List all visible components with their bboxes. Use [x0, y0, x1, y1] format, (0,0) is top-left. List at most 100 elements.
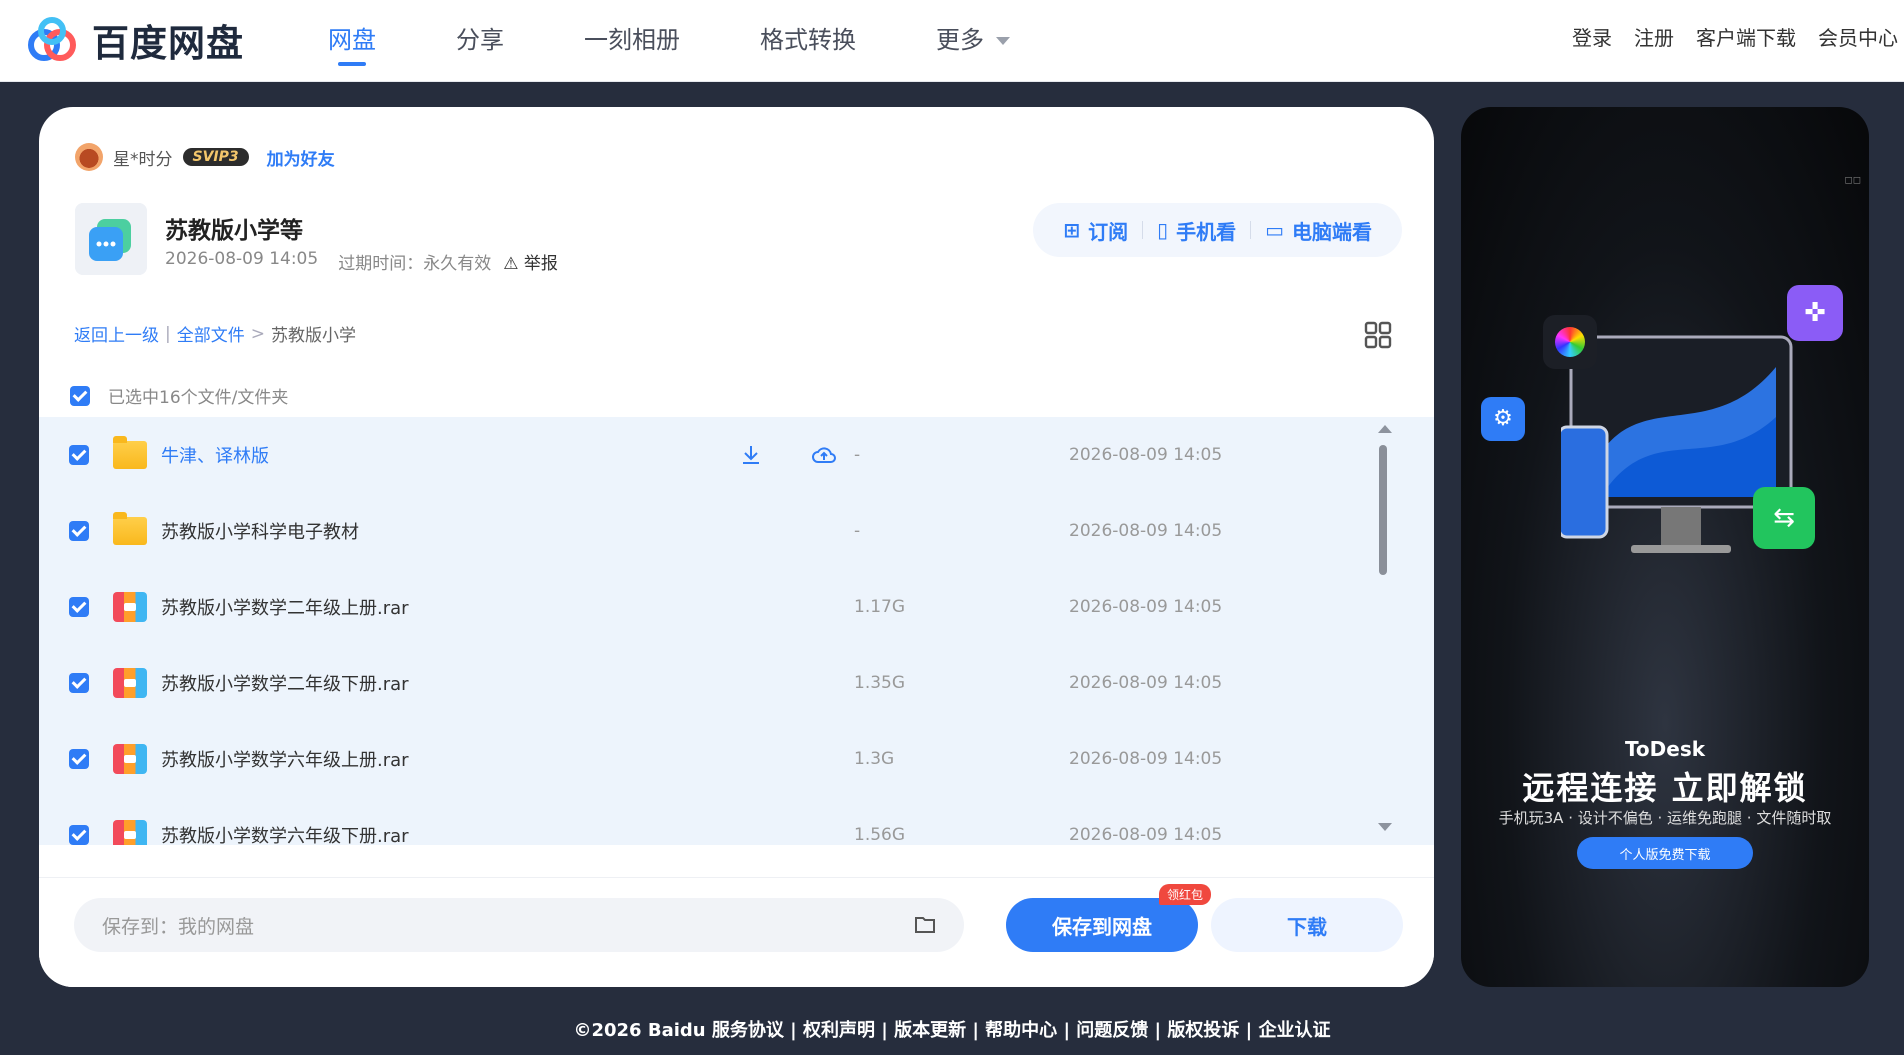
file-date: 2026-08-09 14:05 — [1069, 445, 1223, 465]
subscribe-label: 订阅 — [1088, 219, 1129, 244]
file-name[interactable]: 苏教版小学科学电子教材 — [161, 518, 359, 544]
grid-view-icon[interactable] — [1364, 321, 1392, 349]
file-transfer-app-icon: ⇆ — [1753, 487, 1815, 549]
row-checkbox[interactable] — [69, 749, 89, 769]
table-row[interactable]: 牛津、译林版 - 2026-08-09 14:05 — [39, 417, 1399, 493]
svip-badge: SVIP3 — [182, 148, 249, 166]
share-created-time: 2026-08-09 14:05 — [165, 249, 319, 269]
row-checkbox[interactable] — [69, 597, 89, 617]
ad-subtitle: 手机玩3A · 设计不偏色 · 运维免跑腿 · 文件随时取 — [1498, 809, 1832, 827]
ad-download-button[interactable]: 个人版免费下载 — [1577, 837, 1753, 869]
row-checkbox[interactable] — [69, 673, 89, 693]
gamepad-app-icon: ✜ — [1787, 285, 1843, 341]
scroll-up-arrow-icon[interactable] — [1378, 425, 1392, 433]
folder-icon — [113, 512, 147, 545]
nav-item-more[interactable]: 更多 — [936, 0, 1010, 82]
mobile-label: 手机看 — [1176, 219, 1237, 244]
login-link[interactable]: 登录 — [1572, 22, 1612, 51]
subscribe-icon: ⊞ — [1063, 218, 1081, 242]
add-friend-button[interactable]: 加为好友 — [267, 145, 335, 170]
nav-item-label: 分享 — [456, 26, 504, 54]
nav-item-label: 格式转换 — [760, 26, 856, 54]
report-button[interactable]: ⚠ 举报 — [503, 249, 558, 274]
table-row[interactable]: 苏教版小学数学六年级下册.rar 1.56G 2026-08-09 14:05 — [39, 797, 1399, 845]
nav-item-netdisk[interactable]: 网盘 — [328, 0, 376, 82]
file-size: 1.56G — [854, 825, 906, 845]
file-date: 2026-08-09 14:05 — [1069, 673, 1223, 693]
archive-icon — [113, 668, 147, 698]
save-bar: 保存到：我的网盘 保存到网盘 领红包 下载 — [39, 877, 1434, 987]
breadcrumb-all-files[interactable]: 全部文件 — [177, 321, 245, 346]
file-date: 2026-08-09 14:05 — [1069, 521, 1223, 541]
nav-item-album[interactable]: 一刻相册 — [584, 0, 680, 82]
share-meta: 2026-08-09 14:05 过期时间：永久有效 ⚠ 举报 — [165, 249, 558, 274]
ad-brand: ToDesk — [1624, 737, 1706, 761]
vip-center-link[interactable]: 会员中心 — [1818, 22, 1898, 51]
top-navigation-bar: 百度网盘 网盘 分享 一刻相册 格式转换 更多 登录 注册 客户端下载 会员中心 — [0, 0, 1904, 82]
share-card: 星*时分 SVIP3 加为好友 苏教版小学等 2026-08-09 14:05 … — [39, 107, 1434, 987]
share-title: 苏教版小学等 — [165, 218, 303, 244]
remote-control-app-icon: ⚙ — [1481, 397, 1525, 441]
download-icon[interactable] — [739, 443, 763, 467]
selection-count: 已选中16个文件/文件夹 — [108, 388, 289, 408]
file-date: 2026-08-09 14:05 — [1069, 825, 1223, 845]
chevron-down-icon — [996, 37, 1010, 45]
save-path-field[interactable]: 保存到：我的网盘 — [74, 898, 964, 952]
report-icon: ⚠ — [503, 254, 519, 274]
subscribe-button[interactable]: ⊞ 订阅 — [1049, 216, 1142, 245]
file-name[interactable]: 苏教版小学数学六年级上册.rar — [161, 746, 409, 772]
table-row[interactable]: 苏教版小学数学二年级上册.rar 1.17G 2026-08-09 14:05 — [39, 569, 1399, 645]
nav-item-convert[interactable]: 格式转换 — [760, 0, 856, 82]
save-to-cloud-icon[interactable] — [811, 443, 837, 467]
archive-icon — [113, 820, 147, 845]
select-all-row: 已选中16个文件/文件夹 — [70, 383, 288, 408]
row-checkbox[interactable] — [69, 445, 89, 465]
select-all-checkbox[interactable] — [70, 385, 90, 406]
todesk-advertisement[interactable]: ◻◻ ⚙ ✜ ⇆ ToDesk 远程连接 立即解锁 手机玩3A · 设计不偏色 … — [1461, 107, 1869, 987]
main-nav: 网盘 分享 一刻相册 格式转换 更多 — [328, 0, 1090, 82]
table-row[interactable]: 苏教版小学数学二年级下册.rar 1.35G 2026-08-09 14:05 — [39, 645, 1399, 721]
register-link[interactable]: 注册 — [1634, 22, 1674, 51]
site-footer-links[interactable]: ©2026 Baidu 服务协议 | 权利声明 | 版本更新 | 帮助中心 | … — [0, 1016, 1904, 1042]
scroll-down-arrow-icon[interactable] — [1378, 823, 1392, 831]
view-on-pc-button[interactable]: ▭ 电脑端看 — [1251, 216, 1386, 245]
breadcrumb-separator: > — [250, 323, 265, 344]
client-download-link[interactable]: 客户端下载 — [1696, 22, 1796, 51]
breadcrumb: 返回上一级 | 全部文件 > 苏教版小学 — [74, 321, 356, 347]
file-size: 1.3G — [854, 749, 895, 769]
view-on-mobile-button[interactable]: ▯ 手机看 — [1143, 216, 1250, 245]
file-name[interactable]: 苏教版小学数学二年级上册.rar — [161, 594, 409, 620]
breadcrumb-back[interactable]: 返回上一级 — [74, 321, 159, 346]
pc-label: 电脑端看 — [1292, 219, 1372, 244]
share-expire: 过期时间：永久有效 — [338, 254, 492, 274]
file-name[interactable]: 牛津、译林版 — [161, 442, 269, 468]
ad-close-icon[interactable]: ◻◻ — [1844, 175, 1861, 186]
active-tab-indicator — [338, 62, 366, 66]
file-name[interactable]: 苏教版小学数学二年级下册.rar — [161, 670, 409, 696]
file-list-scrollbar[interactable] — [1375, 425, 1392, 835]
file-name[interactable]: 苏教版小学数学六年级下册.rar — [161, 822, 409, 845]
report-label: 举报 — [523, 254, 558, 274]
sharer-name[interactable]: 星*时分 — [113, 145, 173, 170]
baidu-netdisk-logo[interactable]: 百度网盘 — [22, 12, 244, 68]
table-row[interactable]: 苏教版小学数学六年级上册.rar 1.3G 2026-08-09 14:05 — [39, 721, 1399, 797]
folder-picker-icon[interactable] — [914, 914, 936, 934]
file-size: 1.35G — [854, 673, 906, 693]
nav-item-share[interactable]: 分享 — [456, 0, 504, 82]
phone-icon: ▯ — [1157, 218, 1169, 242]
row-checkbox[interactable] — [69, 825, 89, 845]
table-row[interactable]: 苏教版小学科学电子教材 - 2026-08-09 14:05 — [39, 493, 1399, 569]
row-checkbox[interactable] — [69, 521, 89, 541]
archive-icon — [113, 592, 147, 622]
file-size: - — [854, 521, 861, 541]
file-size: - — [854, 445, 861, 465]
color-wheel-app-icon — [1543, 315, 1597, 369]
ad-headline: 远程连接 立即解锁 — [1522, 769, 1808, 807]
download-button[interactable]: 下载 — [1211, 898, 1403, 952]
nav-item-label: 一刻相册 — [584, 26, 680, 54]
save-path-label: 保存到：我的网盘 — [102, 915, 255, 938]
file-date: 2026-08-09 14:05 — [1069, 749, 1223, 769]
avatar[interactable] — [75, 143, 103, 171]
save-to-netdisk-button[interactable]: 保存到网盘 — [1006, 898, 1198, 952]
scroll-thumb[interactable] — [1379, 445, 1387, 575]
